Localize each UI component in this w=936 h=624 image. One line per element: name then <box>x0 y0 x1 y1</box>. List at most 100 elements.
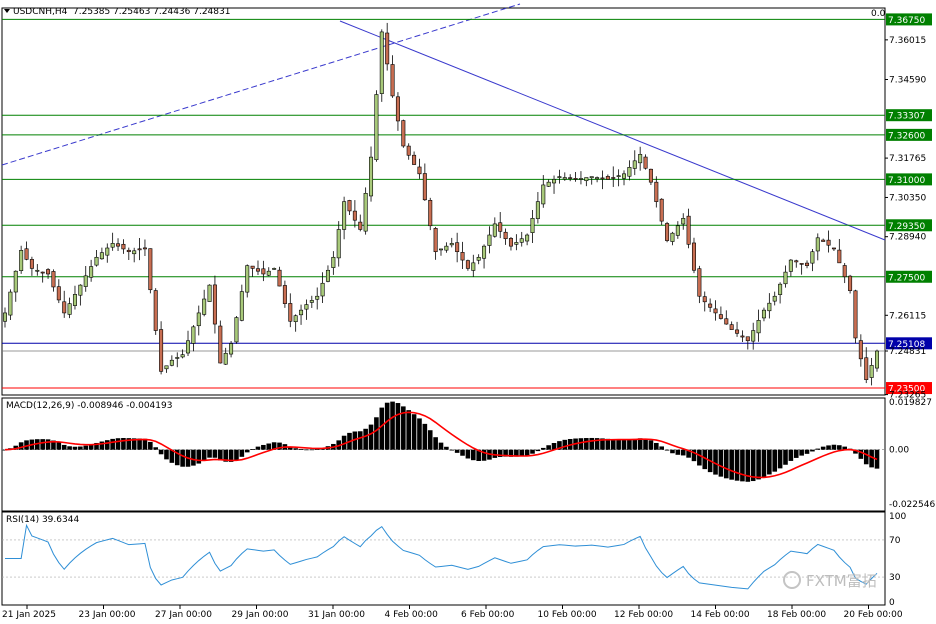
price-tick-label-0: 7.36015 <box>889 36 926 46</box>
macd-bar-36 <box>196 449 202 464</box>
macd-bar-124 <box>670 449 675 454</box>
macd-bar-26 <box>142 438 148 450</box>
candle-body-21 <box>116 243 121 247</box>
candle-body-126 <box>681 218 686 225</box>
time-label-8: 12 Feb 00:00 <box>614 610 673 620</box>
macd-bar-148 <box>799 449 804 456</box>
candle-body-124 <box>670 232 675 242</box>
candle-body-110 <box>595 177 600 180</box>
candle-body-155 <box>837 249 842 264</box>
candle-body-130 <box>702 296 707 303</box>
macd-bar-79 <box>427 430 433 450</box>
candle-body-153 <box>826 239 831 246</box>
macd-bar-80 <box>433 437 438 450</box>
level-label-3: 7.31000 <box>888 176 925 186</box>
macd-bar-83 <box>449 449 455 451</box>
macd-bar-123 <box>664 449 670 451</box>
candle-body-52 <box>282 285 287 304</box>
candle-body-109 <box>589 176 594 179</box>
candle-body-41 <box>223 352 228 365</box>
candle-body-142 <box>767 302 772 312</box>
macd-bar-56 <box>304 449 309 451</box>
candle-body-30 <box>164 365 169 370</box>
candle-body-103 <box>557 176 562 178</box>
price-tick-label-3: 7.30350 <box>889 193 926 203</box>
rsi-panel[interactable] <box>1 511 886 606</box>
candle-body-148 <box>799 263 804 265</box>
candle-body-63 <box>342 201 347 230</box>
candle-body-19 <box>105 247 110 256</box>
macd-bar-144 <box>777 449 783 469</box>
macd-bar-137 <box>740 449 745 482</box>
candle-body-158 <box>853 290 858 339</box>
macd-bar-55 <box>298 449 304 450</box>
candle-body-135 <box>729 324 734 330</box>
macd-bar-29 <box>158 449 164 455</box>
candle-body-122 <box>659 198 664 222</box>
candle-body-118 <box>638 154 643 164</box>
candle-body-96 <box>519 238 524 243</box>
price-tick-label-2: 7.31765 <box>889 154 926 164</box>
macd-bar-107 <box>578 438 584 450</box>
candle-body-7 <box>40 271 45 274</box>
candle-body-141 <box>761 309 766 319</box>
candle-body-95 <box>514 242 519 245</box>
macd-bar-73 <box>395 403 401 450</box>
candle-body-15 <box>83 275 88 287</box>
level-label-5: 7.27500 <box>888 273 925 283</box>
candle-body-152 <box>821 239 826 242</box>
candle-body-90 <box>487 234 492 246</box>
macd-bar-101 <box>546 445 551 450</box>
macd-bar-72 <box>390 401 395 450</box>
macd-bar-71 <box>384 402 390 450</box>
macd-bar-14 <box>78 446 83 450</box>
candle-body-120 <box>648 168 653 183</box>
macd-bar-121 <box>654 442 659 450</box>
candle-body-50 <box>272 268 277 270</box>
macd-bar-46 <box>250 449 255 450</box>
candle-body-23 <box>126 249 131 253</box>
candle-body-134 <box>724 318 729 325</box>
candle-body-91 <box>492 223 497 237</box>
candle-body-61 <box>331 256 336 268</box>
candle-body-18 <box>99 252 104 260</box>
macd-bar-125 <box>675 449 681 455</box>
macd-bar-66 <box>357 431 363 450</box>
candle-body-113 <box>611 177 616 179</box>
candle-body-128 <box>691 242 696 271</box>
macd-bar-20 <box>110 438 115 450</box>
macd-bar-75 <box>406 410 412 450</box>
time-label-11: 20 Feb 00:00 <box>844 610 903 620</box>
candle-body-48 <box>261 268 266 275</box>
rsi-tick-label-3: 0 <box>889 598 895 608</box>
macd-bar-40 <box>218 449 223 461</box>
trading-chart[interactable]: 7.36750 7.33307 7.32600 7.31000 7.29350 7.275… <box>0 0 936 624</box>
macd-bar-152 <box>820 446 826 450</box>
macd-bar-120 <box>648 440 654 450</box>
macd-bar-136 <box>734 449 740 481</box>
candle-body-31 <box>169 359 174 366</box>
level-label-1: 7.33307 <box>888 112 925 122</box>
macd-bar-115 <box>621 439 627 450</box>
macd-bar-142 <box>767 449 772 475</box>
macd-bar-108 <box>584 438 589 450</box>
candle-body-45 <box>245 265 250 293</box>
macd-bar-49 <box>266 443 272 450</box>
macd-bar-160 <box>863 449 869 465</box>
symbol-label: USDCNH,H4 <box>13 7 68 17</box>
macd-bar-10 <box>56 442 62 450</box>
macd-bar-54 <box>293 448 298 450</box>
candle-body-26 <box>142 247 147 250</box>
candle-body-43 <box>234 317 239 343</box>
candle-body-93 <box>503 231 508 240</box>
macd-bar-22 <box>121 437 126 450</box>
candle-body-53 <box>288 303 293 322</box>
candle-body-29 <box>159 329 164 372</box>
candle-body-125 <box>675 225 680 236</box>
candle-body-16 <box>89 266 94 278</box>
candle-body-156 <box>842 265 847 278</box>
macd-bar-48 <box>261 444 266 450</box>
candle-body-66 <box>358 221 363 230</box>
macd-bar-39 <box>212 449 218 458</box>
time-label-0: 21 Jan 2025 <box>2 610 56 620</box>
